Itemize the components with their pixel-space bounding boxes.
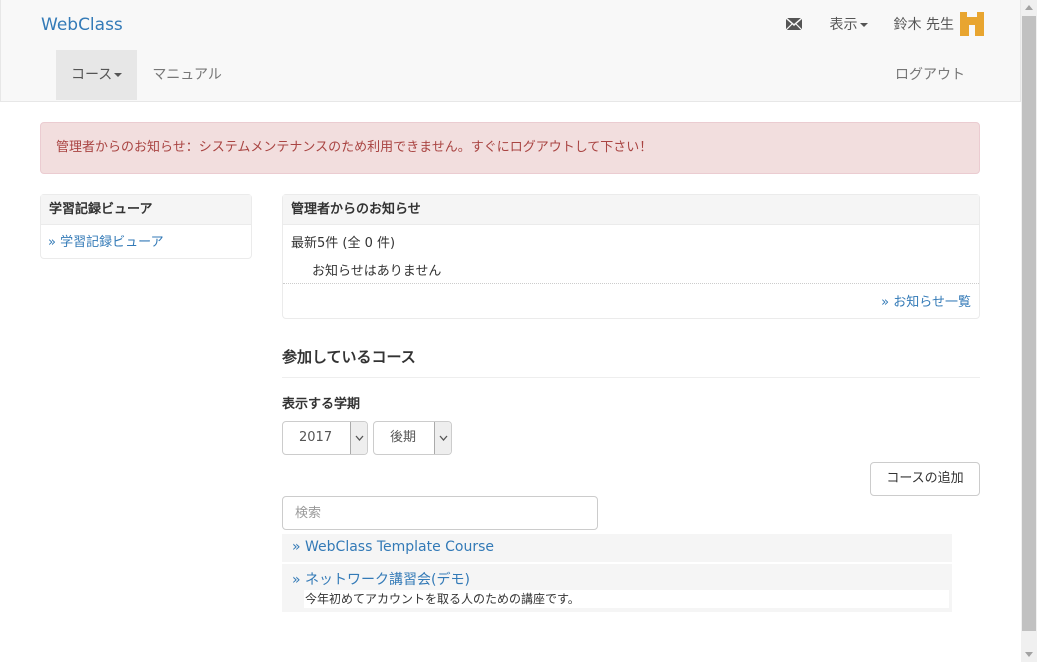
joined-courses-title: 参加しているコース bbox=[282, 346, 980, 378]
search-input[interactable] bbox=[282, 496, 598, 530]
page-scrollbar[interactable] bbox=[1021, 0, 1037, 662]
maintenance-alert: 管理者からのお知らせ：システムメンテナンスのため利用できません。すぐにログアウト… bbox=[40, 122, 980, 174]
news-list-link[interactable]: » お知らせ一覧 bbox=[881, 295, 971, 310]
scroll-down-icon[interactable] bbox=[1025, 652, 1033, 657]
caret-down-icon bbox=[114, 73, 123, 77]
mail-icon[interactable] bbox=[785, 17, 803, 31]
main-nav: コース マニュアル bbox=[56, 50, 237, 100]
caret-down-icon bbox=[859, 23, 868, 27]
nav-item-course-label: コース bbox=[71, 67, 113, 83]
logout-link[interactable]: ログアウト bbox=[895, 50, 965, 100]
learning-record-heading: 学習記録ビューア bbox=[41, 195, 251, 225]
term-label: 表示する学期 bbox=[282, 397, 361, 412]
learning-record-panel: 学習記録ビューア » 学習記録ビューア bbox=[40, 194, 252, 259]
scrollbar-thumb[interactable] bbox=[1022, 16, 1036, 631]
admin-news-panel: 管理者からのお知らせ 最新5件 (全 0 件) お知らせはありません » お知ら… bbox=[282, 194, 980, 319]
display-menu-label: 表示 bbox=[829, 17, 858, 33]
year-select-value: 2017 bbox=[299, 430, 333, 445]
admin-news-heading: 管理者からのお知らせ bbox=[283, 195, 979, 225]
learning-record-link[interactable]: » 学習記録ビューア bbox=[41, 225, 251, 250]
course-description: 今年初めてアカウントを取る人のための講座です。 bbox=[304, 590, 949, 608]
chevron-down-icon bbox=[434, 422, 451, 454]
course-link-template[interactable]: » WebClass Template Course bbox=[282, 534, 952, 555]
nav-item-manual[interactable]: マニュアル bbox=[137, 50, 237, 100]
nav-item-course[interactable]: コース bbox=[56, 50, 138, 100]
course-item: » ネットワーク講習会(デモ) 今年初めてアカウントを取る人のための講座です。 bbox=[282, 564, 952, 612]
brand-link[interactable]: WebClass bbox=[41, 15, 123, 35]
year-select[interactable]: 2017 bbox=[282, 421, 368, 455]
scroll-up-icon[interactable] bbox=[1025, 5, 1033, 10]
news-footer: » お知らせ一覧 bbox=[283, 283, 979, 319]
nav-right: 表示 鈴木 先生 bbox=[785, 12, 984, 36]
course-item: » WebClass Template Course bbox=[282, 534, 952, 562]
add-course-button[interactable]: コースの追加 bbox=[870, 462, 980, 496]
course-link-network[interactable]: » ネットワーク講習会(デモ) bbox=[282, 564, 952, 589]
term-select[interactable]: 後期 bbox=[373, 421, 452, 455]
avatar[interactable] bbox=[960, 12, 984, 36]
user-name[interactable]: 鈴木 先生 bbox=[894, 14, 954, 34]
term-select-value: 後期 bbox=[390, 430, 417, 445]
news-summary: 最新5件 (全 0 件) bbox=[291, 236, 396, 251]
chevron-down-icon bbox=[350, 422, 367, 454]
news-empty-message: お知らせはありません bbox=[312, 264, 442, 279]
navbar: WebClass 表示 鈴木 先生 コース マニュアル ログアウト bbox=[0, 0, 1021, 102]
display-menu[interactable]: 表示 bbox=[830, 14, 868, 34]
